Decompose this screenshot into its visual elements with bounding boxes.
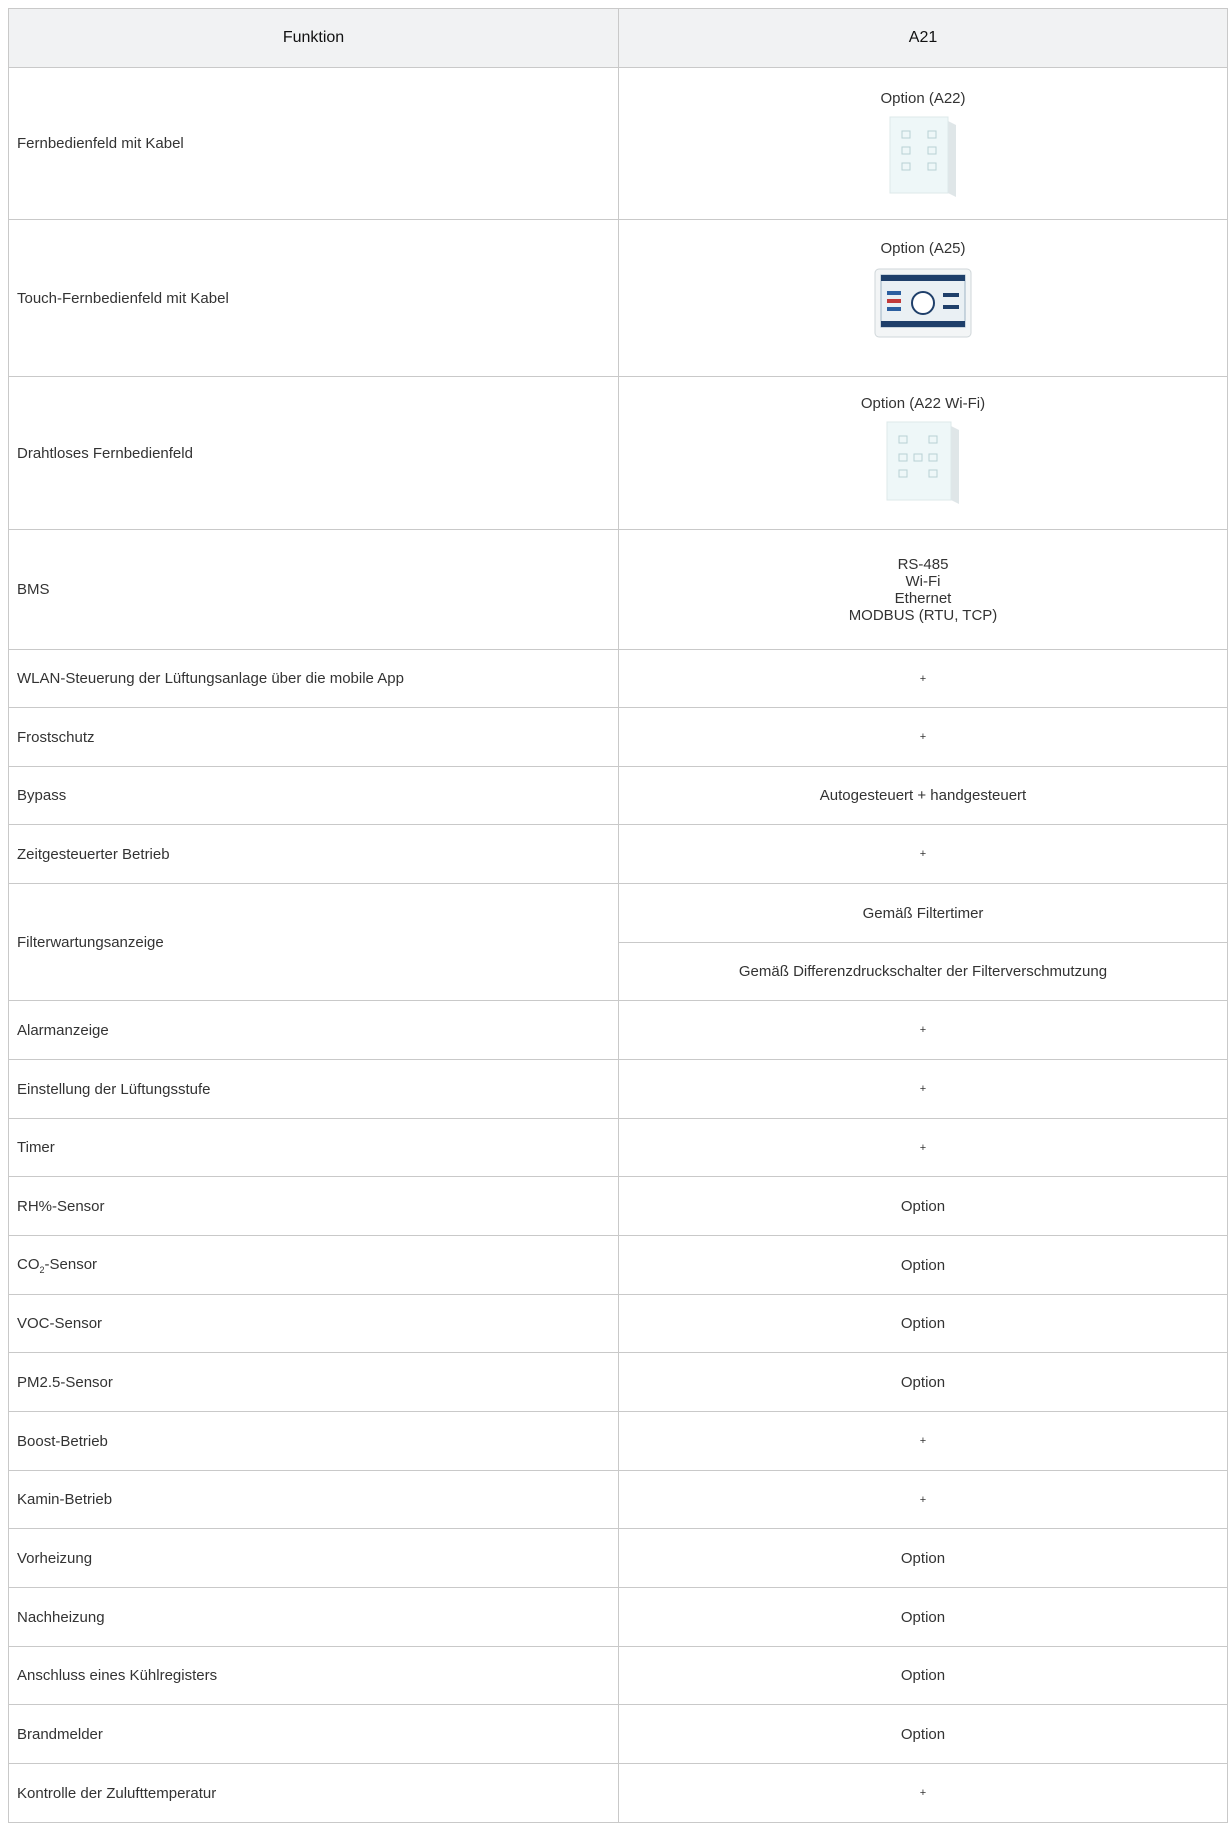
row-value: RS-485 Wi-Fi Ethernet MODBUS (RTU, TCP): [618, 529, 1228, 650]
table-row: PM2.5-Sensor Option: [8, 1352, 1228, 1412]
table-row: VOC-Sensor Option: [8, 1294, 1228, 1353]
row-label: Boost-Betrieb: [8, 1411, 619, 1471]
table-row: Frostschutz +: [8, 707, 1228, 767]
table-row: Boost-Betrieb +: [8, 1411, 1228, 1471]
bms-line: Wi-Fi: [905, 572, 941, 590]
bms-line: MODBUS (RTU, TCP): [848, 606, 998, 624]
row-value: +: [618, 824, 1228, 884]
row-value: Option: [618, 1294, 1228, 1353]
row-value: Option: [618, 1646, 1228, 1705]
table-row: BMS RS-485 Wi-Fi Ethernet MODBUS (RTU, T…: [8, 529, 1228, 650]
row-label: Nachheizung: [8, 1587, 619, 1647]
header-function: Funktion: [8, 8, 619, 68]
row-label: Frostschutz: [8, 707, 619, 767]
row-value: Option: [618, 1352, 1228, 1412]
bms-list: RS-485 Wi-Fi Ethernet MODBUS (RTU, TCP): [619, 556, 1227, 624]
table-row: Fernbedienfeld mit Kabel Option (A22): [8, 67, 1228, 220]
table-row: Bypass Autogesteuert + handgesteuert: [8, 766, 1228, 825]
feature-table: Funktion A21 Fernbedienfeld mit Kabel Op…: [8, 8, 1228, 1823]
row-label: VOC-Sensor: [8, 1294, 619, 1353]
row-label: PM2.5-Sensor: [8, 1352, 619, 1412]
table-row: CO2-Sensor Option: [8, 1235, 1228, 1295]
option-label: Option (A25): [880, 240, 966, 257]
option-label: Option (A22): [880, 90, 966, 107]
row-value: Option: [618, 1704, 1228, 1764]
row-label: BMS: [8, 529, 619, 650]
wall-panel-image: [889, 116, 956, 197]
table-row: Zeitgesteuerter Betrieb +: [8, 824, 1228, 884]
row-value: Option (A22 Wi-Fi): [618, 376, 1228, 530]
row-label: WLAN-Steuerung der Lüftungsanlage über d…: [8, 649, 619, 708]
row-label: CO2-Sensor: [8, 1235, 619, 1295]
row-label: RH%-Sensor: [8, 1176, 619, 1236]
label-main: CO: [17, 1255, 40, 1273]
row-label: Kamin-Betrieb: [8, 1470, 619, 1529]
row-value: +: [618, 1411, 1228, 1471]
row-label: Anschluss eines Kühlregisters: [8, 1646, 619, 1705]
row-label: Drahtloses Fernbedienfeld: [8, 376, 619, 530]
row-value: Option: [618, 1176, 1228, 1236]
row-label: Brandmelder: [8, 1704, 619, 1764]
bms-line: Ethernet: [894, 589, 952, 607]
row-label: Zeitgesteuerter Betrieb: [8, 824, 619, 884]
table-row: Anschluss eines Kühlregisters Option: [8, 1646, 1228, 1705]
row-value: Gemäß Filtertimer: [618, 883, 1228, 943]
row-label: Alarmanzeige: [8, 1000, 619, 1060]
table-row: Filterwartungsanzeige Gemäß Filtertimer: [8, 883, 1228, 1001]
row-value: Gemäß Differenzdruckschalter der Filterv…: [618, 942, 1228, 1001]
row-label: Fernbedienfeld mit Kabel: [8, 67, 619, 220]
row-value: Option (A22): [618, 67, 1228, 220]
row-value: Option: [618, 1235, 1228, 1295]
touch-panel-image: [874, 268, 972, 338]
table-row: Brandmelder Option: [8, 1704, 1228, 1764]
row-label: Filterwartungsanzeige: [8, 883, 619, 1001]
label-rest: -Sensor: [44, 1255, 98, 1273]
row-value: Option: [618, 1528, 1228, 1588]
row-value: +: [618, 1763, 1228, 1823]
row-label: Bypass: [8, 766, 619, 825]
row-value: +: [618, 707, 1228, 767]
table-row: Drahtloses Fernbedienfeld Option (A22 Wi…: [8, 376, 1228, 530]
bms-line: RS-485: [897, 555, 949, 573]
table-row: Vorheizung Option: [8, 1528, 1228, 1588]
table-row: RH%-Sensor Option: [8, 1176, 1228, 1236]
row-label: Vorheizung: [8, 1528, 619, 1588]
row-label: Einstellung der Lüftungsstufe: [8, 1059, 619, 1119]
row-value: Option (A25): [618, 219, 1228, 377]
wall-panel-image: [886, 421, 959, 504]
row-value: +: [618, 649, 1228, 708]
table-row: Alarmanzeige +: [8, 1000, 1228, 1060]
table-row: Kamin-Betrieb +: [8, 1470, 1228, 1529]
row-value: Option: [618, 1587, 1228, 1647]
table-row: WLAN-Steuerung der Lüftungsanlage über d…: [8, 649, 1228, 708]
row-value: +: [618, 1118, 1228, 1177]
row-value: Autogesteuert + handgesteuert: [618, 766, 1228, 825]
row-value: +: [618, 1470, 1228, 1529]
row-label: Timer: [8, 1118, 619, 1177]
table-header-row: Funktion A21: [8, 8, 1228, 68]
table-row: Timer +: [8, 1118, 1228, 1177]
table-row: Touch-Fernbedienfeld mit Kabel Option (A…: [8, 219, 1228, 377]
row-value: +: [618, 1059, 1228, 1119]
table-row: Nachheizung Option: [8, 1587, 1228, 1647]
table-row: Einstellung der Lüftungsstufe +: [8, 1059, 1228, 1119]
row-value: +: [618, 1000, 1228, 1060]
table-row: Kontrolle der Zulufttemperatur +: [8, 1763, 1228, 1823]
row-label: Kontrolle der Zulufttemperatur: [8, 1763, 619, 1823]
row-label: Touch-Fernbedienfeld mit Kabel: [8, 219, 619, 377]
option-label: Option (A22 Wi-Fi): [860, 395, 986, 412]
header-model: A21: [618, 8, 1228, 68]
